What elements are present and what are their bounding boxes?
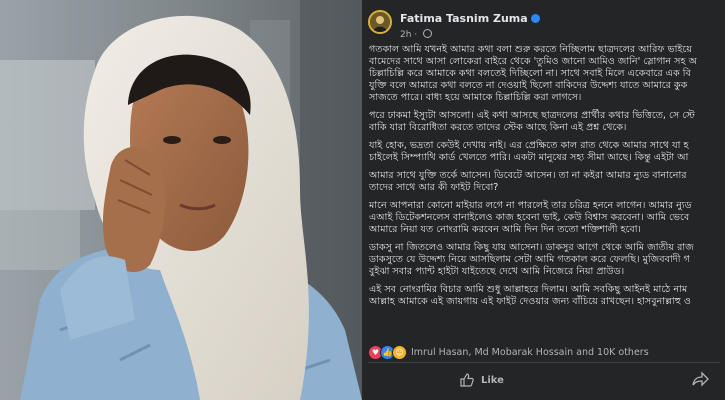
author-avatar[interactable] — [368, 10, 392, 34]
author-name[interactable]: Fatima Tasnim Zuma — [400, 12, 528, 25]
facebook-post: Fatima Tasnim Zuma 2h · গতকাল আমি যখনই আ… — [362, 0, 725, 400]
post-text-line: চিল্লাচিল্লি করে আমাকে কথা বলতেই দিচ্ছিল… — [369, 68, 691, 79]
post-paragraph: ডাকসু না জিতলেও আমার কিছু যায় আসেনা। ডা… — [369, 242, 725, 278]
action-divider — [368, 362, 720, 363]
avatar-image — [370, 12, 390, 32]
globe-icon — [423, 29, 433, 38]
reaction-summary[interactable]: ♥ 👍 ☺ Imrul Hasan, Md Mobarak Hossain an… — [368, 344, 649, 360]
post-paragraph: আমার সাথে যুক্তি তর্কে আসেন। ডিবেটে আসেন… — [369, 170, 725, 194]
like-button[interactable]: Like — [460, 367, 504, 393]
care-reaction-icon: ☺ — [392, 344, 407, 360]
post-text-line: বাকি যারা বিরোধিতা করতে তাদের স্টেক আছে … — [369, 122, 627, 133]
post-paragraph: এই সব নোংরামির বিচার আমি শুধু আল্লাহরে দ… — [369, 284, 725, 308]
post-paragraph: মানে আপনারা কোনো মাইয়ার লগে না পারলেই ত… — [369, 200, 725, 236]
post-text-line: সাজতে পারে। বাধ্য হয়ে আমাকে চিল্লাচিল্ল… — [369, 92, 582, 103]
thumbs-up-icon — [460, 373, 474, 387]
post-text-line: গতকাল আমি যখনই আমার কথা বলা শুরু করতে নি… — [369, 44, 692, 55]
post-text-line: যাই হোক, ভদ্রতা কেউই দেখায় নাই। এর প্রে… — [369, 140, 689, 151]
woman-portrait-image — [0, 0, 362, 400]
post-text-line: আমার সাথে যুক্তি তর্কে আসেন। ডিবেটে আসেন… — [369, 170, 687, 181]
post-meta: 2h · — [400, 28, 433, 40]
post-text-line: বুইঝা সবার প্যান্ট হাইটা যাইতেছে দেখে আম… — [369, 266, 625, 277]
post-text-line: পরে ঢাকমা ইস্যুটা আসলো। এই কথা আসছে ছাত্… — [369, 110, 695, 121]
post-actions: Like — [362, 365, 725, 395]
share-button[interactable] — [692, 371, 718, 389]
post-text-line: বামেদের সাথে আসা লোকেরা বাইরে থেকে 'তুমি… — [369, 56, 697, 67]
post-text: গতকাল আমি যখনই আমার কথা বলা শুরু করতে নি… — [369, 44, 725, 314]
post-header: Fatima Tasnim Zuma 2h · — [362, 0, 725, 40]
post-text-line: ডাকসুতে যে উদ্দেশ্য নিয়ে আসছিলাম সেটা আ… — [369, 254, 690, 265]
post-paragraph: পরে ঢাকমা ইস্যুটা আসলো। এই কথা আসছে ছাত্… — [369, 110, 725, 134]
post-time[interactable]: 2h — [400, 30, 411, 40]
post-text-line: আল্লাহ আমাকে এই জায়গায় এই ফাইট দেওয়ার… — [369, 296, 691, 307]
post-text-line: আমারে নিয়া যত নোংরামি করবেন আমি দিন দিন… — [369, 224, 641, 235]
post-text-line: তাদের সাথে আর কী ফাইট দিবো? — [369, 182, 499, 193]
post-paragraph: যাই হোক, ভদ্রতা কেউই দেখায় নাই। এর প্রে… — [369, 140, 725, 164]
post-text-line: এআই ডিটেকশনলেস বানাইলেও কাজ হবেনা ভাই, ক… — [369, 212, 690, 223]
post-text-line: মানে আপনারা কোনো মাইয়ার লগে না পারলেই ত… — [369, 200, 692, 211]
post-text-line: চাইলেই সিম্প্যাথি কার্ড খেলতে পারি। একটা… — [369, 152, 689, 163]
verified-badge-icon — [530, 14, 540, 23]
share-arrow-icon — [692, 371, 709, 387]
like-label: Like — [481, 374, 504, 386]
post-text-line: যুক্তি বলে আমারে কথা বলতে না দেওয়াই ছিল… — [369, 80, 688, 91]
post-text-line: এই সব নোংরামির বিচার আমি শুধু আল্লাহরে দ… — [369, 284, 688, 295]
author-name-row[interactable]: Fatima Tasnim Zuma — [400, 12, 540, 25]
news-photo — [0, 0, 362, 400]
post-text-line: ডাকসু না জিতলেও আমার কিছু যায় আসেনা। ডা… — [369, 242, 694, 253]
reaction-names[interactable]: Imrul Hasan, Md Mobarak Hossain and 10K … — [411, 347, 649, 358]
post-paragraph: গতকাল আমি যখনই আমার কথা বলা শুরু করতে নি… — [369, 44, 725, 104]
